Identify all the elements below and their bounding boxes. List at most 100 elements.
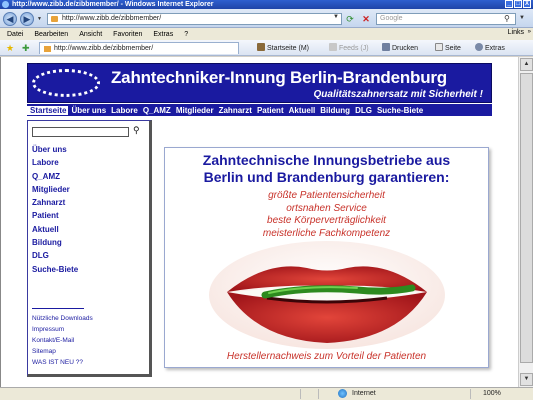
site-search-icon[interactable]: ⚲ bbox=[133, 125, 140, 136]
menu-extras[interactable]: Extras bbox=[146, 31, 177, 38]
command-bar: ★ ✚ http://www.zibb.de/zibbmember/ Start… bbox=[0, 40, 533, 56]
guarantee-item: beste Körperverträglichkeit bbox=[267, 215, 386, 226]
menu-favoriten[interactable]: Favoriten bbox=[106, 31, 146, 38]
menu-ansicht[interactable]: Ansicht bbox=[72, 31, 106, 38]
sidebar-item-patient[interactable]: Patient bbox=[32, 209, 78, 222]
status-divider bbox=[318, 389, 319, 399]
home-button[interactable]: Startseite (M) bbox=[257, 43, 309, 53]
sidebar: ⚲ Über uns Labore Q_AMZ Mitglieder Zahna… bbox=[27, 120, 152, 377]
vertical-scrollbar[interactable]: ▲ ▼ bbox=[518, 57, 533, 387]
link-downloads[interactable]: Nützliche Downloads bbox=[32, 313, 93, 324]
topnav-q-amz[interactable]: Q_AMZ bbox=[140, 106, 173, 115]
link-impressum[interactable]: Impressum bbox=[32, 324, 93, 335]
internet-zone-icon bbox=[338, 389, 347, 398]
status-bar: Internet 100% bbox=[0, 387, 533, 400]
main-content-panel: Zahntechnische Innungsbetriebe aus Berli… bbox=[164, 147, 489, 368]
tab-favicon-icon bbox=[44, 46, 51, 52]
window-titlebar: http://www.zibb.de/zibbmember/ - Windows… bbox=[0, 0, 533, 9]
sidebar-item-zahnarzt[interactable]: Zahnarzt bbox=[32, 196, 78, 209]
main-heading: Zahntechnische Innungsbetriebe aus Berli… bbox=[202, 152, 451, 185]
tab-label: http://www.zibb.de/zibbmember/ bbox=[54, 45, 154, 52]
print-button[interactable]: Drucken bbox=[382, 43, 418, 53]
topnav-ueber-uns[interactable]: Über uns bbox=[68, 106, 108, 115]
search-placeholder: Google bbox=[380, 15, 403, 22]
menu-datei[interactable]: Datei bbox=[0, 31, 27, 38]
history-dropdown-icon[interactable]: ▼ bbox=[37, 17, 42, 22]
menu-help[interactable]: ? bbox=[177, 31, 192, 38]
back-button[interactable]: ◀ bbox=[3, 12, 17, 26]
logo-icon bbox=[32, 69, 100, 97]
sidebar-item-mitglieder[interactable]: Mitglieder bbox=[32, 183, 78, 196]
search-options-icon[interactable]: ▼ bbox=[519, 15, 525, 21]
tab-current[interactable]: http://www.zibb.de/zibbmember/ bbox=[39, 42, 239, 54]
favicon-icon bbox=[51, 16, 58, 22]
feed-icon bbox=[329, 43, 337, 51]
status-divider bbox=[300, 389, 301, 399]
sidebar-item-bildung[interactable]: Bildung bbox=[32, 236, 78, 249]
refresh-icon[interactable]: ⟳ bbox=[344, 13, 356, 25]
gear-icon bbox=[475, 43, 483, 51]
close-window-button[interactable]: X bbox=[523, 0, 531, 8]
forward-button[interactable]: ▶ bbox=[20, 12, 34, 26]
menu-bar: Datei Bearbeiten Ansicht Favoriten Extra… bbox=[0, 28, 533, 40]
site-slogan: Qualitätszahnersatz mit Sicherheit ! bbox=[313, 89, 484, 100]
sidebar-item-labore[interactable]: Labore bbox=[32, 156, 78, 169]
stop-icon[interactable]: ✕ bbox=[360, 13, 372, 25]
feeds-button[interactable]: Feeds (J) bbox=[329, 43, 369, 53]
window-title: http://www.zibb.de/zibbmember/ - Windows… bbox=[12, 1, 214, 8]
address-dropdown-icon[interactable]: ▼ bbox=[333, 14, 339, 20]
scroll-thumb[interactable] bbox=[520, 73, 533, 363]
minimize-button[interactable]: _ bbox=[505, 0, 513, 8]
sidebar-divider bbox=[32, 308, 84, 309]
links-toolbar[interactable]: Links bbox=[508, 29, 524, 36]
site-header-banner: Zahntechniker-Innung Berlin-Brandenburg … bbox=[27, 63, 492, 103]
page-menu-button[interactable]: Seite bbox=[435, 43, 461, 53]
links-chevron-icon[interactable]: » bbox=[528, 29, 531, 35]
scroll-up-icon[interactable]: ▲ bbox=[520, 58, 533, 71]
sidebar-item-ueber-uns[interactable]: Über uns bbox=[32, 143, 78, 156]
sidebar-footer-links: Nützliche Downloads Impressum Kontakt/E-… bbox=[32, 313, 93, 368]
sidebar-item-q-amz[interactable]: Q_AMZ bbox=[32, 170, 78, 183]
add-favorite-icon[interactable]: ✚ bbox=[22, 43, 30, 54]
topnav-patient[interactable]: Patient bbox=[254, 106, 286, 115]
topnav-aktuell[interactable]: Aktuell bbox=[286, 106, 318, 115]
link-kontakt[interactable]: Kontakt/E-Mail bbox=[32, 335, 93, 346]
link-sitemap[interactable]: Sitemap bbox=[32, 346, 93, 357]
guarantee-item: größte Patientensicherheit bbox=[268, 190, 385, 201]
scroll-down-icon[interactable]: ▼ bbox=[520, 373, 533, 386]
guarantee-item: ortsnahen Service bbox=[286, 202, 367, 214]
zoom-level[interactable]: 100% bbox=[483, 390, 501, 397]
topnav-startseite[interactable]: Startseite bbox=[27, 105, 69, 115]
lips-with-chili-image bbox=[209, 241, 445, 349]
home-icon bbox=[257, 43, 265, 51]
page-icon bbox=[435, 43, 443, 51]
guarantee-item: meisterliche Fachkompetenz bbox=[262, 227, 391, 239]
top-navigation: Startseite Über uns Labore Q_AMZ Mitglie… bbox=[27, 104, 492, 116]
status-divider bbox=[470, 389, 471, 399]
topnav-bildung[interactable]: Bildung bbox=[317, 106, 352, 115]
topnav-dlg[interactable]: DLG bbox=[352, 106, 374, 115]
topnav-labore[interactable]: Labore bbox=[108, 106, 140, 115]
topnav-mitglieder[interactable]: Mitglieder bbox=[173, 106, 216, 115]
maximize-button[interactable]: □ bbox=[514, 0, 522, 8]
sidebar-item-aktuell[interactable]: Aktuell bbox=[32, 223, 78, 236]
sidebar-nav: Über uns Labore Q_AMZ Mitglieder Zahnarz… bbox=[32, 143, 78, 276]
site-title: Zahntechniker-Innung Berlin-Brandenburg bbox=[111, 68, 447, 87]
main-footer-text: Herstellernachweis zum Vorteil der Patie… bbox=[226, 351, 427, 362]
tools-menu-button[interactable]: Extras bbox=[475, 43, 505, 53]
web-page-viewport: Zahntechniker-Innung Berlin-Brandenburg … bbox=[0, 57, 518, 387]
sidebar-item-dlg[interactable]: DLG bbox=[32, 249, 78, 262]
address-input[interactable]: http://www.zibb.de/zibbmember/ bbox=[47, 13, 342, 25]
search-icon[interactable]: ⚲ bbox=[504, 14, 510, 23]
topnav-suche-biete[interactable]: Suche-Biete bbox=[374, 106, 425, 115]
address-row: ◀ ▶ ▼ http://www.zibb.de/zibbmember/ ▼ ⟳… bbox=[0, 9, 533, 28]
sidebar-item-suche-biete[interactable]: Suche-Biete bbox=[32, 263, 78, 276]
ie-logo-icon bbox=[2, 1, 9, 8]
topnav-zahnarzt[interactable]: Zahnarzt bbox=[216, 106, 254, 115]
site-search-input[interactable] bbox=[32, 127, 129, 137]
search-input[interactable]: Google bbox=[376, 13, 516, 25]
favorites-star-icon[interactable]: ★ bbox=[6, 43, 14, 54]
menu-bearbeiten[interactable]: Bearbeiten bbox=[27, 31, 72, 38]
link-was-ist-neu[interactable]: WAS IST NEU ?? bbox=[32, 357, 93, 368]
guarantee-list: größte Patientensicherheit ortsnahen Ser… bbox=[165, 190, 488, 240]
